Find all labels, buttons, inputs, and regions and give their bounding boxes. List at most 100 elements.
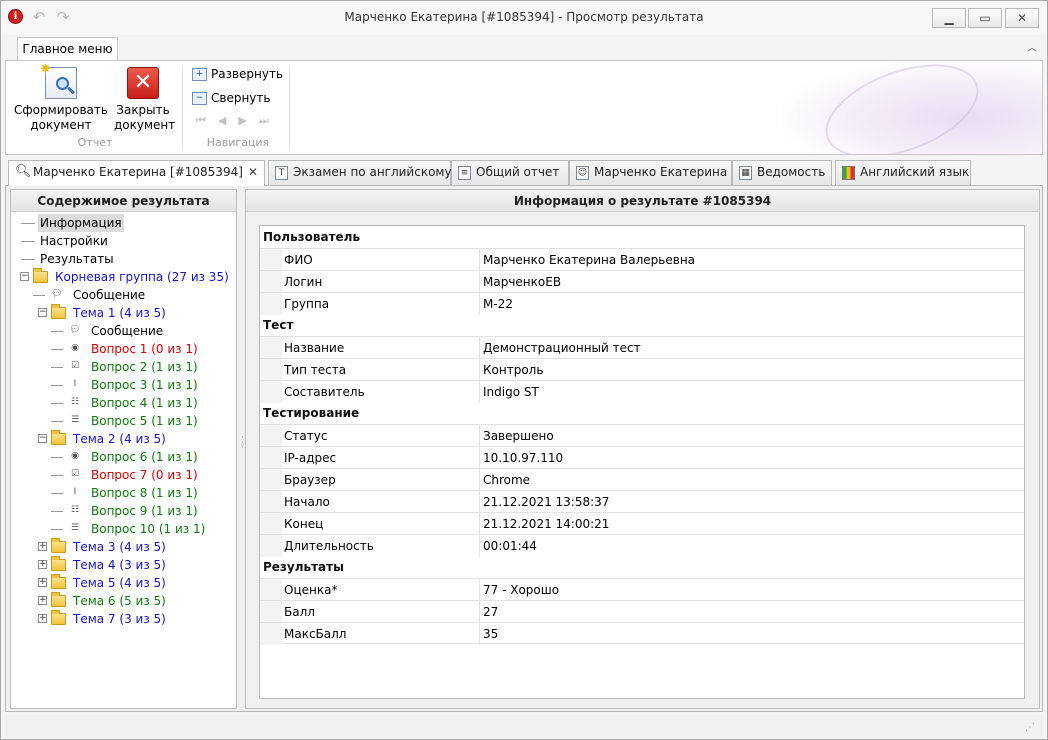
info-row: Длительность 00:01:44 [260,534,1024,557]
info-row: Конец 21.12.2021 14:00:21 [260,512,1024,535]
row-indent [260,513,282,535]
row-indent [260,447,282,469]
panel-title: Содержимое результата [11,190,236,212]
tab-label: Общий отчет [476,165,560,179]
generate-document-label: Сформировать документ [14,103,108,132]
close-icon[interactable]: ✕ [248,161,258,184]
info-row: IP-адрес 10.10.97.110 [260,446,1024,469]
document-icon: ≡ [458,166,471,180]
last-icon[interactable]: ⏭ [259,114,269,128]
folder-icon [51,304,66,319]
expand-button[interactable]: + Развернуть [192,67,283,81]
tab-general-report[interactable]: ≡ Общий отчет [451,160,569,185]
tree-item[interactable]: − Корневая группа (27 из 35) [16,268,236,286]
resize-grip-icon[interactable]: ⋰ [1025,722,1035,733]
tree-item[interactable]: 💬︎ Сообщение [16,322,236,340]
collapse-node-icon[interactable]: − [38,434,47,443]
info-value: Chrome [483,473,531,487]
tree-connector [33,295,45,296]
tree-item[interactable]: ☰ Вопрос 5 (1 из 1) [16,412,236,430]
generate-document-button[interactable]: ✸ Сформировать документ [14,62,108,133]
tree-item[interactable]: Ⅰ Вопрос 3 (1 из 1) [16,376,236,394]
matching-icon: ☷ [70,397,80,407]
tab-exam[interactable]: T Экзамен по английскому [268,160,452,185]
tree-item-label: Тема 5 (4 из 5) [73,576,166,590]
maximize-button[interactable]: ▭ [968,8,1002,28]
ribbon-collapse-icon[interactable]: ︿ [1027,39,1037,54]
tree-item[interactable]: 💬︎ Сообщение [16,286,236,304]
info-row: Название Демонстрационный тест [260,336,1024,359]
tab-result[interactable]: 🔍︎ Марченко Екатерина [#1085394] ✕ [8,160,265,186]
tree-item[interactable]: ☑ Вопрос 2 (1 из 1) [16,358,236,376]
tree-item-label: Тема 3 (4 из 5) [73,540,166,554]
tree-item[interactable]: + Тема 6 (5 из 5) [16,592,236,610]
info-key: Группа [284,293,480,315]
tree-item[interactable]: + Тема 4 (3 из 5) [16,556,236,574]
tree-item[interactable]: Ⅰ Вопрос 8 (1 из 1) [16,484,236,502]
text-input-icon: Ⅰ [73,487,77,497]
collapse-node-icon[interactable]: − [38,308,47,317]
tree-connector [51,367,63,368]
folder-icon [51,538,66,553]
collapse-node-icon[interactable]: − [20,272,29,281]
tree-item[interactable]: ◉ Вопрос 6 (1 из 1) [16,448,236,466]
tree-item[interactable]: ☷ Вопрос 4 (1 из 1) [16,394,236,412]
tree-item[interactable]: ☰ Вопрос 10 (1 из 1) [16,520,236,538]
navigation-group-label: Навигация [206,136,270,149]
first-icon[interactable]: ⏮ [196,114,206,128]
tree-item-label: Вопрос 5 (1 из 1) [91,414,198,428]
expand-node-icon[interactable]: + [38,596,47,605]
tree-item[interactable]: ☷ Вопрос 9 (1 из 1) [16,502,236,520]
expand-node-icon[interactable]: + [38,578,47,587]
row-indent [260,469,282,491]
ribbon: ✸ Сформировать документ ✕ Закрыть докуме… [5,60,1043,155]
folder-icon [51,592,66,607]
info-value: Демонстрационный тест [483,341,641,355]
content-area: Содержимое результата Информация Настройк… [5,185,1043,712]
tab-student[interactable]: ☺ Марченко Екатерина [569,160,732,185]
row-indent [260,293,282,315]
expand-node-icon[interactable]: + [38,614,47,623]
minimize-button[interactable]: ▁ [932,8,966,28]
tab-english[interactable]: Английский язык [835,160,971,185]
info-key: Тип теста [284,359,480,381]
collapse-button[interactable]: − Свернуть [192,91,270,105]
tab-label: Марченко Екатерина [594,165,728,179]
expand-node-icon[interactable]: + [38,560,47,569]
tree-item[interactable]: + Тема 3 (4 из 5) [16,538,236,556]
sheet-icon: ▦ [739,166,752,180]
previous-icon[interactable]: ◀ [218,114,226,128]
tree-connector [21,241,35,242]
close-document-button[interactable]: ✕ Закрыть документ [114,67,176,133]
tree-connector [51,493,63,494]
tree-item[interactable]: + Тема 7 (3 из 5) [16,610,236,628]
info-value: 10.10.97.110 [483,451,564,465]
expand-node-icon[interactable]: + [38,542,47,551]
tree-item[interactable]: − Тема 1 (4 из 5) [16,304,236,322]
info-value: 35 [483,627,499,641]
next-icon[interactable]: ▶ [238,114,246,128]
tree-connector [51,421,63,422]
tree-connector [51,529,63,530]
info-grid: Пользователь ФИО Марченко Екатерина Валерь… [259,225,1025,699]
ribbon-tab-main[interactable]: Главное меню [17,37,118,61]
tree-item[interactable]: Информация [16,214,236,232]
tab-label: Экзамен по английскому [293,165,452,179]
info-value: Марченко Екатерина Валерьевна [483,253,696,267]
tree-item[interactable]: ◉ Вопрос 1 (0 из 1) [16,340,236,358]
info-section-header: Пользователь [263,230,361,244]
tree-item[interactable]: − Тема 2 (4 из 5) [16,430,236,448]
status-bar: ⋰ [5,715,1043,737]
tree-item[interactable]: + Тема 5 (4 из 5) [16,574,236,592]
matching-icon: ☷ [70,505,80,515]
tree-item-label: Результаты [40,252,114,266]
close-button[interactable]: ✕ [1005,8,1039,28]
tree-item[interactable]: ☑ Вопрос 7 (0 из 1) [16,466,236,484]
tree-item[interactable]: Результаты [16,250,236,268]
tree-item[interactable]: Настройки [16,232,236,250]
tab-sheet[interactable]: ▦ Ведомость [732,160,832,185]
info-key: Логин [284,271,480,293]
close-document-label: Закрыть документ [114,103,176,132]
tree-item-label: Вопрос 2 (1 из 1) [91,360,198,374]
tab-label: Английский язык [860,165,970,179]
